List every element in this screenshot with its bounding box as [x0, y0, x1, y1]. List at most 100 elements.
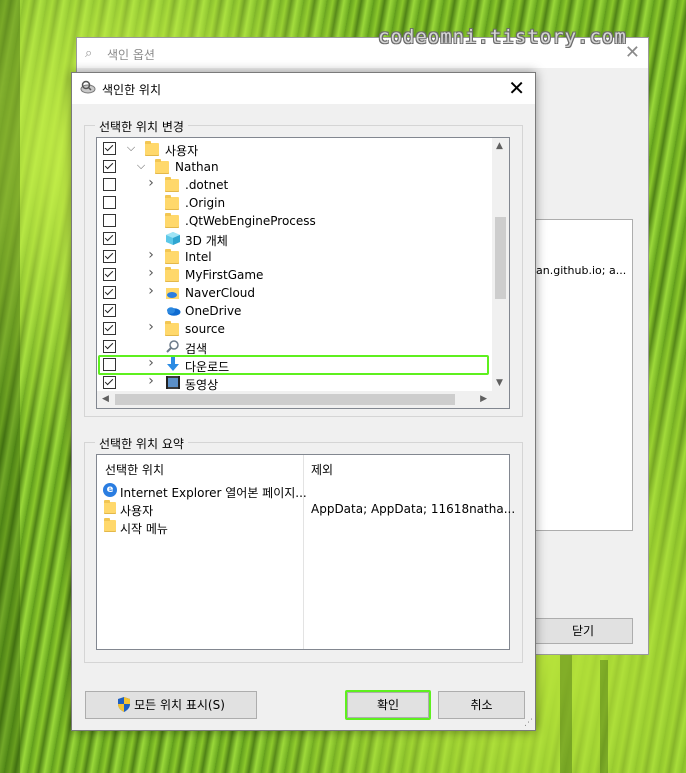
column-header-location[interactable]: 선택한 위치	[105, 461, 164, 478]
tree-item-checkbox[interactable]	[103, 304, 116, 317]
vertical-scrollbar[interactable]: ▲ ▼	[492, 138, 509, 391]
folder-icon	[165, 177, 181, 192]
summary-location: Internet Explorer 열어본 페이지...	[120, 486, 307, 500]
close-icon[interactable]: ✕	[625, 42, 640, 63]
summary-exclude: AppData; AppData; 11618natha...	[311, 502, 516, 516]
tree-item-label: .QtWebEngineProcess	[185, 214, 316, 228]
indexing-icon	[80, 80, 96, 98]
summary-row: 사용자 AppData; AppData; 11618natha...	[97, 500, 515, 518]
tree-item-checkbox[interactable]	[103, 142, 116, 155]
tree-item-checkbox[interactable]	[103, 232, 116, 245]
summary-list: 선택한 위치 제외 e Internet Explorer 열어본 페이지... 사…	[96, 454, 515, 650]
close-icon[interactable]: ✕	[508, 76, 525, 100]
tree-item-label: 3D 개체	[185, 234, 228, 248]
background-stripe	[0, 0, 20, 773]
tree-item[interactable]: ⌵ 사용자	[97, 140, 490, 158]
indexing-options-icon: ⌕	[85, 46, 93, 61]
tree-item[interactable]: .QtWebEngineProcess	[97, 212, 490, 230]
folder-icon	[155, 159, 171, 174]
ie-icon: e	[103, 483, 117, 497]
tree-item-label: OneDrive	[185, 304, 242, 318]
scroll-thumb[interactable]	[495, 217, 506, 299]
shield-icon	[117, 695, 131, 712]
watermark: codeomni.tistory.com	[378, 26, 627, 48]
background-stripe	[600, 660, 608, 773]
folder-icon	[104, 518, 116, 532]
chevron-right-icon[interactable]: ›	[145, 175, 157, 191]
chevron-down-icon[interactable]: ⌵	[135, 159, 147, 173]
tree-item[interactable]: ⌵ Nathan	[97, 158, 490, 176]
excluded-text: an.github.io; a...	[536, 264, 627, 277]
summary-location: 사용자	[120, 504, 154, 518]
chevron-right-icon[interactable]: ›	[145, 283, 157, 299]
chevron-right-icon[interactable]: ›	[145, 265, 157, 281]
column-header-exclude[interactable]: 제외	[311, 461, 333, 478]
tree-item-checkbox[interactable]	[103, 376, 116, 389]
selection-highlight-box	[98, 355, 489, 375]
chevron-right-icon[interactable]: ›	[145, 247, 157, 263]
tree-item-label: Nathan	[175, 160, 219, 174]
tree-item[interactable]: › source	[97, 319, 490, 338]
tree-item-label: NaverCloud	[185, 286, 256, 300]
tree-item-label: .Origin	[185, 196, 226, 210]
folder-icon	[165, 267, 181, 282]
tree-item-label: .dotnet	[185, 178, 229, 192]
tree-item-checkbox[interactable]	[103, 322, 116, 335]
tree-item[interactable]: 3D 개체	[97, 230, 490, 248]
tree-item-checkbox[interactable]	[103, 178, 116, 191]
ok-highlight-box	[345, 690, 431, 720]
tree-item[interactable]: › .dotnet	[97, 175, 490, 194]
summary-label: 선택한 위치 요약	[95, 435, 188, 452]
resize-grip-icon[interactable]: ⋰	[524, 718, 533, 728]
tree-item[interactable]: 검색	[97, 338, 490, 356]
dialog-titlebar: 색인한 위치 ✕	[72, 73, 535, 104]
tree-item-checkbox[interactable]	[103, 160, 116, 173]
tree-item-label: 사용자	[165, 144, 199, 158]
background-stripe	[560, 650, 572, 773]
chevron-right-icon[interactable]: ›	[145, 319, 157, 335]
scroll-thumb[interactable]	[115, 394, 455, 405]
tree-item-checkbox[interactable]	[103, 340, 116, 353]
tree-item-checkbox[interactable]	[103, 268, 116, 281]
scroll-up-icon[interactable]: ▲	[496, 141, 503, 151]
tree-item[interactable]: › 다운로드	[97, 355, 490, 375]
summary-location: 시작 메뉴	[120, 522, 168, 536]
tree-item-label: source	[185, 322, 225, 336]
horizontal-scrollbar[interactable]: ◀ ▶	[97, 391, 492, 408]
tree-item-checkbox[interactable]	[103, 286, 116, 299]
scroll-left-icon[interactable]: ◀	[102, 394, 109, 404]
change-locations-label: 선택한 위치 변경	[95, 118, 188, 135]
cloud-folder-icon	[165, 285, 181, 300]
tree-item[interactable]: › 동영상	[97, 373, 490, 392]
search-icon	[165, 339, 181, 354]
indexed-locations-list: an.github.io; a...	[533, 219, 633, 531]
summary-row: 시작 메뉴	[97, 518, 507, 536]
tree-item-label: MyFirstGame	[185, 268, 264, 282]
chevron-right-icon[interactable]: ›	[145, 373, 157, 389]
folder-icon	[165, 249, 181, 264]
cancel-button[interactable]: 취소	[438, 691, 525, 719]
chevron-down-icon[interactable]: ⌵	[125, 141, 137, 155]
tree-item-checkbox[interactable]	[103, 214, 116, 227]
summary-row: e Internet Explorer 열어본 페이지...	[97, 482, 507, 500]
tree-item-checkbox[interactable]	[103, 196, 116, 209]
onedrive-icon	[165, 303, 181, 318]
show-all-locations-button[interactable]: 모든 위치 표시(S)	[85, 691, 257, 719]
tree-item-checkbox[interactable]	[103, 250, 116, 263]
tree-item[interactable]: › NaverCloud	[97, 283, 490, 302]
tree-item[interactable]: › Intel	[97, 247, 490, 266]
tree-item-label: 검색	[185, 342, 208, 356]
indexed-locations-dialog: 색인한 위치 ✕ 선택한 위치 변경 › 동영상 › 다운로드 검색 › source One…	[71, 72, 536, 731]
show-all-label: 모든 위치 표시(S)	[134, 698, 225, 712]
scroll-right-icon[interactable]: ▶	[480, 394, 487, 404]
tree-item[interactable]: › MyFirstGame	[97, 265, 490, 284]
folder-icon	[165, 195, 181, 210]
scroll-down-icon[interactable]: ▼	[496, 378, 503, 388]
tree-item[interactable]: OneDrive	[97, 302, 490, 320]
folder-icon	[145, 141, 161, 156]
indexing-options-title: 색인 옵션	[107, 48, 155, 62]
folder-icon	[104, 500, 116, 514]
locations-tree[interactable]: › 동영상 › 다운로드 검색 › source OneDrive › NaverCloud › My…	[96, 137, 510, 409]
close-button[interactable]: 닫기	[533, 618, 633, 644]
tree-item[interactable]: .Origin	[97, 194, 490, 212]
